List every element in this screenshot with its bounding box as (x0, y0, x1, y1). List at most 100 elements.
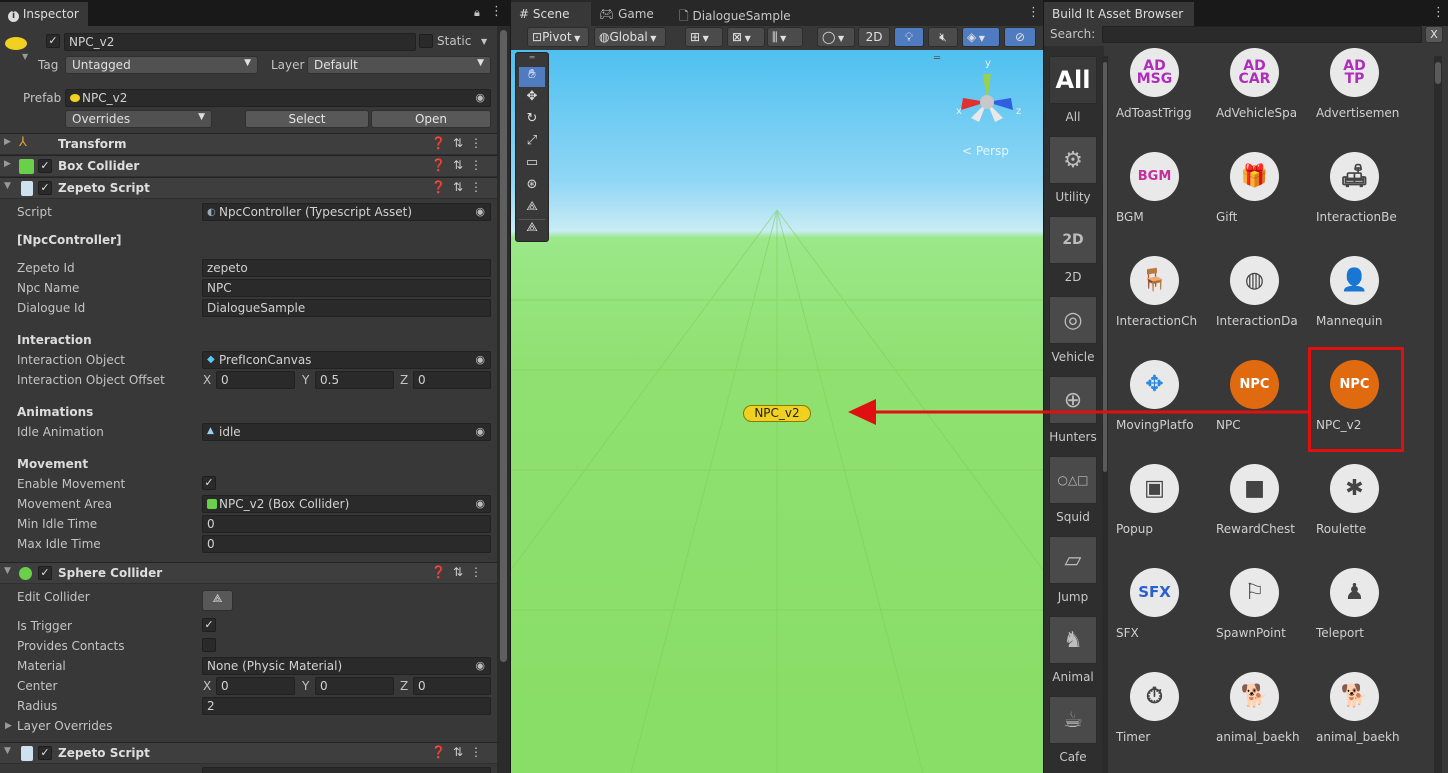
npc-name-input[interactable]: NPC (202, 279, 491, 297)
persp-label[interactable]: < Persp (962, 144, 1009, 158)
component-actions[interactable]: ❓⇅⋮ (431, 136, 489, 150)
lighting-toggle[interactable]: 💡︎ (894, 27, 924, 47)
is-trigger-checkbox[interactable]: ✓ (202, 618, 216, 632)
asset-bgm[interactable]: BGM BGM (1116, 152, 1212, 232)
category-all[interactable]: All All (1048, 56, 1098, 124)
category-cafe[interactable]: ☕ Cafe (1048, 696, 1098, 764)
script-field[interactable]: ◐ NpcController (Typescript Asset) ◉ (202, 203, 491, 221)
ruler-button[interactable]: ⫼ ▼ (767, 27, 803, 47)
center-x-input[interactable]: 0 (216, 677, 295, 695)
category-animal[interactable]: ♞ Animal (1048, 616, 1098, 684)
tab-dialogue-sample[interactable]: 🗋 DialogueSample (671, 2, 801, 26)
offset-y-input[interactable]: 0.5 (315, 371, 394, 389)
max-idle-input[interactable]: 0 (202, 535, 491, 553)
component-transform[interactable]: ▶ ⅄ Transform ❓⇅⋮ (0, 133, 497, 155)
static-dropdown-icon[interactable]: ▼ (481, 37, 487, 46)
asset-advehiclespa[interactable]: AD CAR AdVehicleSpa (1216, 48, 1312, 128)
center-y-input[interactable]: 0 (315, 677, 394, 695)
object-name-input[interactable]: NPC_v2 (64, 33, 416, 51)
pivot-dropdown[interactable]: ⊡Pivot ▼ (527, 27, 589, 47)
category-2d[interactable]: 2D 2D (1048, 216, 1098, 284)
orientation-gizmo[interactable] (951, 60, 1031, 130)
grid-snap-button[interactable]: ⊞ ▼ (685, 27, 723, 47)
script-field-2[interactable] (202, 767, 491, 773)
scrollbar-thumb[interactable] (500, 30, 507, 662)
overlay-menu-icon[interactable]: ═ (934, 53, 940, 64)
menu-icon[interactable]: ⋮ (490, 4, 503, 19)
edit-collider-button[interactable]: ⟁ (202, 590, 233, 611)
layer-dropdown[interactable]: Default ▼ (307, 56, 491, 74)
move-tool-icon[interactable]: ✥ (519, 89, 545, 109)
asset-advertisemen[interactable]: AD TP Advertisemen (1316, 48, 1412, 128)
edit-collider-tool-icon[interactable]: ⟁ (519, 219, 545, 239)
component-actions[interactable]: ❓⇅⋮ (431, 565, 489, 579)
tag-dropdown[interactable]: Untagged ▼ (65, 56, 258, 74)
asset-mannequin[interactable]: 👤 Mannequin (1316, 256, 1412, 336)
global-dropdown[interactable]: ◍Global ▼ (594, 27, 666, 47)
expand-arrow-icon[interactable]: ▶ (4, 159, 11, 169)
scrollbar-thumb[interactable] (1435, 62, 1441, 84)
collapse-arrow-icon[interactable]: ▼ (4, 181, 11, 191)
asset-spawnpoint[interactable]: ⚐ SpawnPoint (1216, 568, 1312, 648)
clear-search-button[interactable]: X (1425, 26, 1443, 43)
center-z-input[interactable]: 0 (413, 677, 491, 695)
expand-arrow-icon[interactable]: ▶ (4, 137, 11, 147)
collapse-arrow-icon[interactable]: ▼ (4, 566, 11, 576)
asset-gift[interactable]: 🎁 Gift (1216, 152, 1312, 232)
asset-interactionda[interactable]: ◍ InteractionDa (1216, 256, 1312, 336)
shading-dropdown[interactable]: ◯ ▼ (817, 27, 855, 47)
static-checkbox[interactable] (419, 34, 433, 48)
select-button[interactable]: Select (245, 110, 369, 128)
movement-area-field[interactable]: NPC_v2 (Box Collider) ◉ (202, 495, 491, 513)
object-picker-icon[interactable]: ◉ (475, 91, 485, 104)
asset-rewardchest[interactable]: ■ RewardChest (1216, 464, 1312, 544)
tab-inspector[interactable]: i Inspector (0, 2, 88, 26)
offset-z-input[interactable]: 0 (413, 371, 491, 389)
asset-adtoasttrigg[interactable]: AD MSG AdToastTrigg (1116, 48, 1212, 128)
tab-scene[interactable]: # Scene (511, 2, 591, 26)
dialogue-id-input[interactable]: DialogueSample (202, 299, 491, 317)
asset-interactionbe[interactable]: 🛋 InteractionBe (1316, 152, 1412, 232)
npc-scene-label[interactable]: NPC_v2 (743, 405, 811, 422)
component-actions[interactable]: ❓⇅⋮ (431, 180, 489, 194)
custom-tool-icon[interactable]: ⟁ (519, 199, 545, 219)
offset-x-input[interactable]: 0 (216, 371, 295, 389)
component-sphere-collider[interactable]: ▼ ✓ Sphere Collider ❓⇅⋮ (0, 562, 497, 584)
material-field[interactable]: None (Physic Material) ◉ (202, 657, 491, 675)
active-checkbox[interactable]: ✓ (46, 34, 60, 48)
component-enabled-checkbox[interactable]: ✓ (38, 566, 52, 580)
provides-contacts-checkbox[interactable] (202, 638, 216, 652)
collapse-arrow-icon[interactable]: ▼ (4, 746, 11, 756)
category-vehicle[interactable]: ◎ Vehicle (1048, 296, 1098, 364)
lock-icon[interactable]: 🔒︎ (474, 6, 480, 20)
component-actions[interactable]: ❓⇅⋮ (431, 158, 489, 172)
asset-teleport[interactable]: ♟ Teleport (1316, 568, 1412, 648)
tab-asset-browser[interactable]: Build It Asset Browser (1044, 2, 1194, 26)
prefab-field[interactable]: NPC_v2 ◉ (65, 89, 491, 107)
asset-animal-baekh[interactable]: 🐕 animal_baekh (1316, 672, 1412, 752)
asset-interactionch[interactable]: 🪑 InteractionCh (1116, 256, 1212, 336)
visibility-toggle[interactable]: ⊘ (1004, 27, 1036, 47)
rotate-tool-icon[interactable]: ↻ (519, 111, 545, 131)
open-button[interactable]: Open (371, 110, 491, 128)
search-input[interactable] (1102, 26, 1422, 43)
component-actions[interactable]: ❓⇅⋮ (431, 745, 489, 759)
rect-tool-icon[interactable]: ▭ (519, 155, 545, 175)
increment-snap-button[interactable]: ⊠ ▼ (727, 27, 765, 47)
2d-toggle[interactable]: 2D (858, 27, 890, 47)
expand-arrow-icon[interactable]: ▶ (5, 721, 12, 731)
component-box-collider[interactable]: ▶ ✓ Box Collider ❓⇅⋮ (0, 155, 497, 177)
effects-toggle[interactable]: ◈ ▼ (962, 27, 1000, 47)
menu-icon[interactable]: ⋮ (1027, 5, 1040, 20)
min-idle-input[interactable]: 0 (202, 515, 491, 533)
component-enabled-checkbox[interactable]: ✓ (38, 159, 52, 173)
component-enabled-checkbox[interactable]: ✓ (38, 181, 52, 195)
object-picker-icon[interactable]: ◉ (475, 497, 485, 510)
zepeto-id-input[interactable]: zepeto (202, 259, 491, 277)
object-picker-icon[interactable]: ◉ (475, 425, 485, 438)
component-zepeto-script[interactable]: ▼ ✓ Zepeto Script ❓⇅⋮ (0, 177, 497, 199)
category-jump[interactable]: ▱ Jump (1048, 536, 1098, 604)
object-picker-icon[interactable]: ◉ (475, 353, 485, 366)
dropdown-arrow-icon[interactable]: ▼ (22, 52, 28, 61)
asset-timer[interactable]: ⏱ Timer (1116, 672, 1212, 752)
